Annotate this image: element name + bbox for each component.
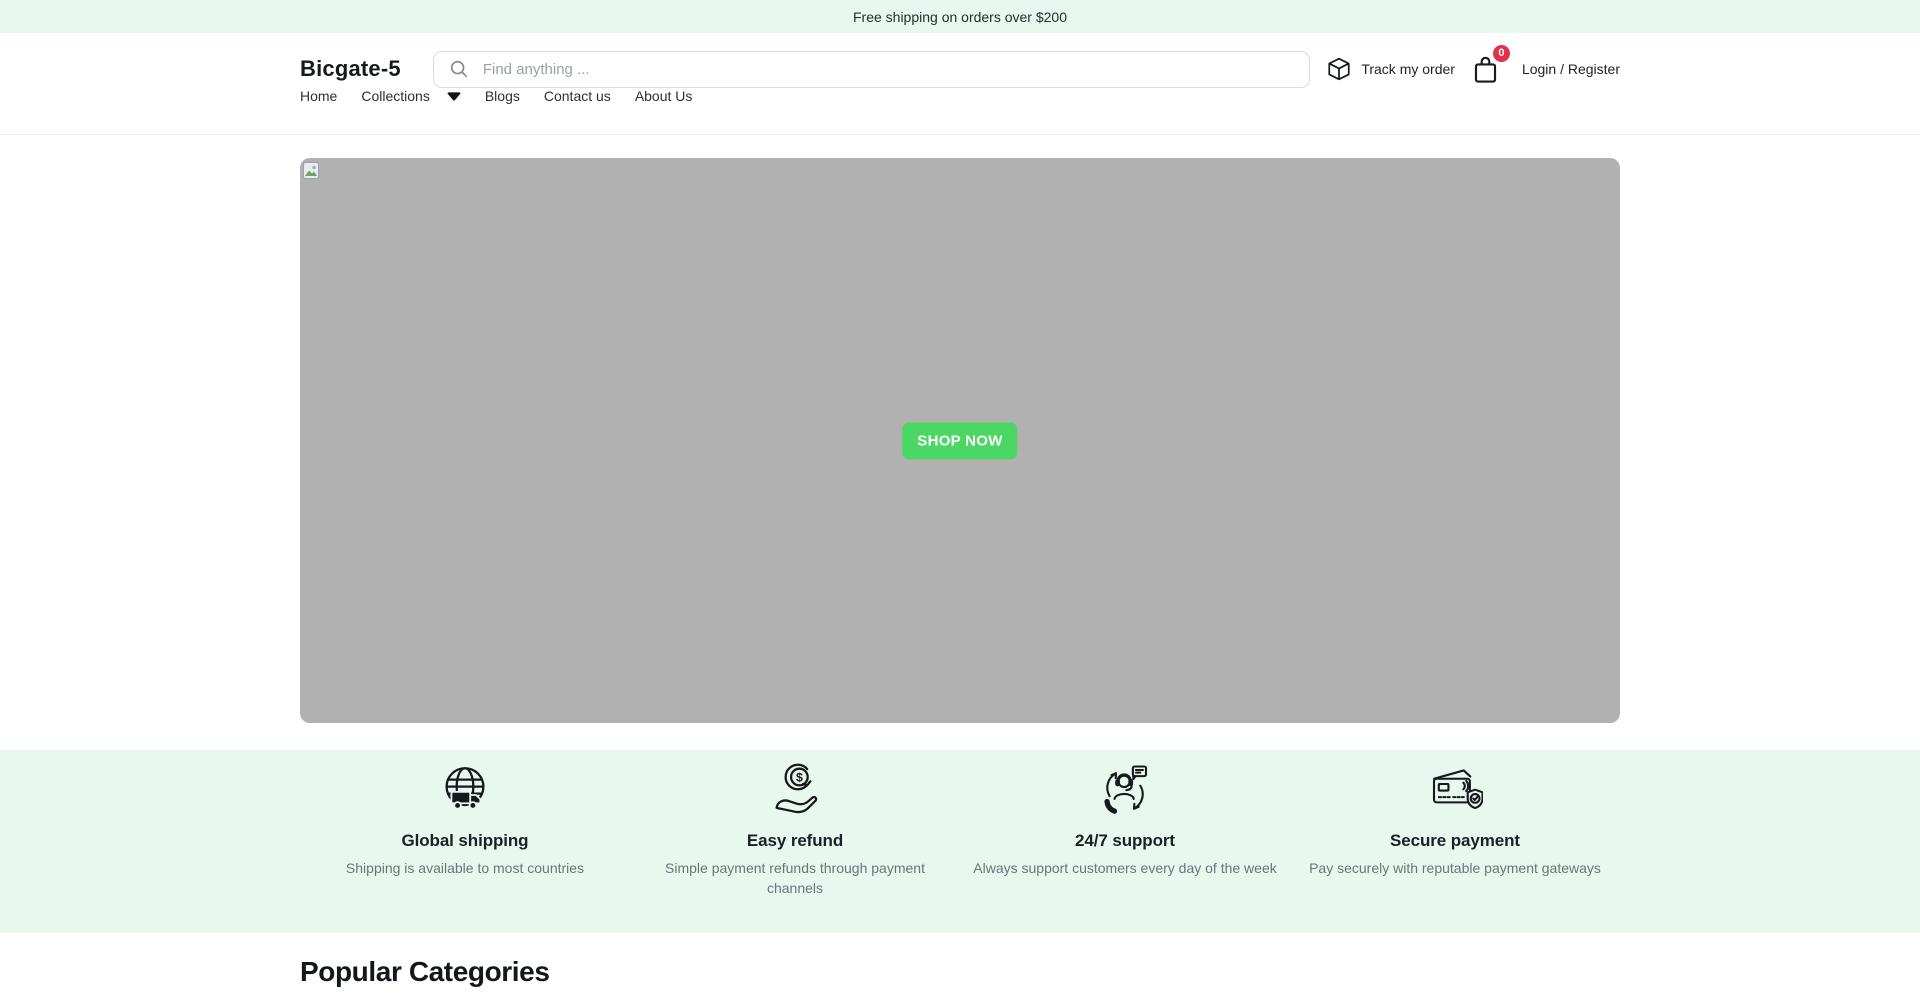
login-register-link[interactable]: Login / Register bbox=[1522, 61, 1620, 77]
feature-title: Easy refund bbox=[630, 831, 960, 851]
broken-image-icon bbox=[303, 162, 319, 179]
feature-description: Simple payment refunds through payment c… bbox=[640, 858, 950, 898]
track-order-link[interactable]: Track my order bbox=[1326, 56, 1455, 82]
caret-down-icon[interactable] bbox=[447, 92, 461, 101]
feature-title: Global shipping bbox=[300, 831, 630, 851]
feature-easy-refund: $ Easy refund Simple payment refunds thr… bbox=[630, 763, 960, 898]
cart-button[interactable]: 0 bbox=[1470, 53, 1501, 86]
feature-global-shipping: Global shipping Shipping is available to… bbox=[300, 763, 630, 898]
main-content: SHOP NOW Global s bbox=[0, 158, 1920, 988]
feature-description: Always support customers every day of th… bbox=[970, 858, 1280, 878]
feature-title: Secure payment bbox=[1290, 831, 1620, 851]
announcement-bar: Free shipping on orders over $200 bbox=[0, 0, 1920, 33]
globe-truck-icon bbox=[300, 763, 630, 819]
hero-banner: SHOP NOW bbox=[300, 158, 1620, 723]
announcement-text: Free shipping on orders over $200 bbox=[853, 9, 1067, 25]
search-input[interactable] bbox=[481, 60, 1295, 79]
nav-item-about[interactable]: About Us bbox=[635, 88, 693, 104]
secure-card-icon bbox=[1290, 763, 1620, 819]
search-bar[interactable] bbox=[433, 51, 1310, 88]
main-nav: Home Collections Blogs Contact us About … bbox=[300, 88, 1620, 134]
nav-item-collections[interactable]: Collections bbox=[361, 88, 460, 104]
features-section: Global shipping Shipping is available to… bbox=[0, 750, 1920, 933]
cart-count-badge: 0 bbox=[1491, 43, 1512, 64]
package-icon bbox=[1326, 56, 1352, 82]
track-order-label: Track my order bbox=[1361, 61, 1455, 77]
popular-categories-heading: Popular Categories bbox=[300, 956, 1620, 988]
site-header: Bicgate-5 Track my order bbox=[0, 33, 1920, 135]
nav-item-blogs[interactable]: Blogs bbox=[485, 88, 520, 104]
feature-secure-payment: Secure payment Pay securely with reputab… bbox=[1290, 763, 1620, 898]
refund-hand-icon: $ bbox=[630, 763, 960, 819]
support-agent-icon bbox=[960, 763, 1290, 819]
shop-now-button[interactable]: SHOP NOW bbox=[902, 422, 1017, 459]
store-logo[interactable]: Bicgate-5 bbox=[300, 56, 401, 82]
feature-description: Pay securely with reputable payment gate… bbox=[1300, 858, 1610, 878]
header-actions: Track my order 0 Login / Register bbox=[1326, 53, 1620, 86]
feature-title: 24/7 support bbox=[960, 831, 1290, 851]
search-icon bbox=[448, 58, 470, 80]
nav-item-contact[interactable]: Contact us bbox=[544, 88, 611, 104]
nav-item-home[interactable]: Home bbox=[300, 88, 337, 104]
feature-support: 24/7 support Always support customers ev… bbox=[960, 763, 1290, 898]
feature-description: Shipping is available to most countries bbox=[310, 858, 620, 878]
svg-text:$: $ bbox=[796, 770, 803, 784]
